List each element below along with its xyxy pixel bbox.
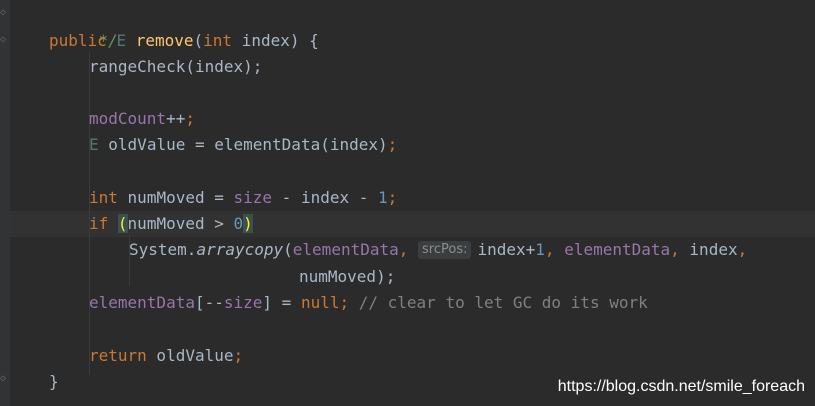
code-line: rangeCheck(index); bbox=[89, 54, 262, 80]
keyword-return: return bbox=[89, 346, 147, 365]
closing-brace: } bbox=[49, 372, 59, 391]
index-plus: index+ bbox=[477, 240, 536, 259]
keyword-public: public bbox=[49, 31, 107, 50]
param-index: index bbox=[241, 31, 290, 50]
comma: , bbox=[398, 240, 419, 259]
increment-op: ++ bbox=[166, 109, 186, 128]
code-line: return oldValue; bbox=[89, 343, 243, 369]
fold-marker-icon[interactable]: ◇ bbox=[0, 373, 8, 385]
code-line: */ bbox=[60, 2, 118, 50]
comma: , bbox=[544, 240, 565, 259]
code-line: numMoved); bbox=[299, 264, 395, 290]
minus-index: - index - bbox=[272, 188, 379, 207]
matched-paren: ( bbox=[117, 214, 128, 233]
num-moved-decl: numMoved = bbox=[127, 188, 234, 207]
assign: ] = bbox=[262, 293, 301, 312]
condition: numMoved > bbox=[127, 214, 234, 233]
code-line: elementData[--size] = null; // clear to … bbox=[89, 290, 648, 316]
code-editor[interactable]: */ public E remove(int index) { rangeChe… bbox=[10, 0, 815, 406]
code-line: modCount++; bbox=[89, 106, 195, 132]
semicolon: ; bbox=[387, 135, 398, 154]
parameter-hint: srcPos: bbox=[418, 241, 472, 259]
close-paren-semi: ); bbox=[376, 267, 396, 286]
comma: , bbox=[737, 240, 748, 259]
method-name: remove bbox=[135, 31, 194, 50]
line-comment: // clear to let GC do its work bbox=[358, 293, 648, 312]
comma: , bbox=[670, 240, 690, 259]
keyword-int: int bbox=[89, 188, 118, 207]
type-e: E bbox=[89, 135, 99, 154]
field-element-data: elementData bbox=[89, 293, 195, 312]
num-moved-arg: numMoved bbox=[299, 267, 377, 286]
index-arg: index bbox=[689, 240, 738, 259]
field-size: size bbox=[223, 293, 263, 312]
method-arraycopy: arraycopy bbox=[196, 240, 284, 259]
range-check-call: rangeCheck(index); bbox=[89, 57, 263, 76]
watermark: https://blog.csdn.net/smile_foreach bbox=[557, 378, 805, 395]
semicolon: ; bbox=[387, 188, 398, 207]
editor-gutter: ◇ ◇ ◇ bbox=[0, 0, 10, 406]
number-literal: 1 bbox=[535, 240, 545, 259]
code-line: } bbox=[49, 369, 59, 395]
type-e: E bbox=[116, 31, 127, 50]
code-line: if (numMoved > 0) bbox=[89, 211, 253, 237]
code-line: E oldValue = elementData(index); bbox=[89, 132, 397, 158]
field-size: size bbox=[233, 188, 273, 207]
field-element-data: elementData bbox=[292, 240, 399, 259]
semicolon: ; bbox=[339, 293, 350, 312]
fold-marker-icon[interactable]: ◇ bbox=[0, 7, 8, 19]
field-mod-count: modCount bbox=[89, 109, 167, 128]
keyword-int: int bbox=[203, 31, 233, 50]
keyword-null: null bbox=[300, 293, 340, 312]
number-literal: 1 bbox=[378, 188, 388, 207]
return-value: oldValue bbox=[146, 346, 234, 365]
keyword-if: if bbox=[89, 214, 109, 233]
fold-marker-icon[interactable]: ◇ bbox=[0, 34, 8, 46]
code-line: System.arraycopy(elementData, srcPos: ind… bbox=[129, 240, 748, 259]
semicolon: ; bbox=[185, 109, 195, 128]
decrement-index: [-- bbox=[194, 293, 224, 312]
semicolon: ; bbox=[233, 346, 244, 365]
number-literal: 0 bbox=[233, 214, 244, 233]
code-line: int numMoved = size - index - 1; bbox=[89, 185, 397, 211]
old-value-decl: oldValue = elementData(index) bbox=[108, 135, 388, 154]
system-class: System. bbox=[129, 240, 197, 259]
code-line: public E remove(int index) { bbox=[49, 31, 319, 50]
matched-paren: ) bbox=[243, 214, 253, 233]
field-element-data: elementData bbox=[564, 240, 671, 259]
